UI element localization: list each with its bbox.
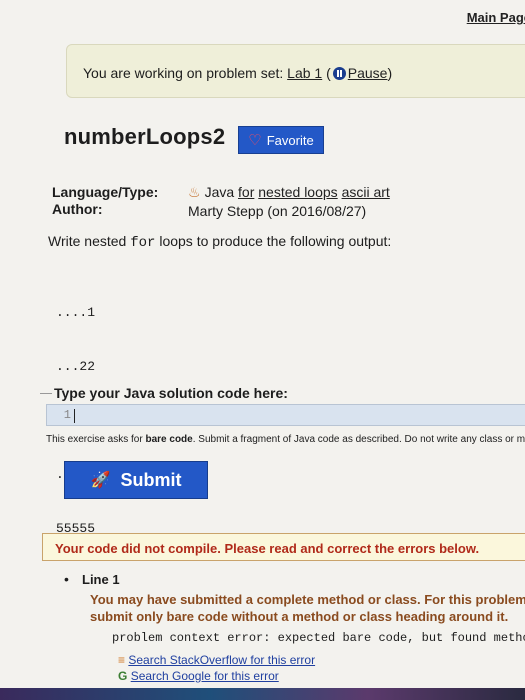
submit-label: Submit: [120, 469, 182, 490]
language-name: Java: [204, 184, 235, 200]
topic-ascii-art-link[interactable]: ascii art: [342, 184, 390, 200]
java-icon: ♨: [188, 184, 201, 200]
note-after: . Submit a fragment of Java code as desc…: [192, 434, 525, 445]
google-row: G Search Google for this error: [118, 668, 315, 684]
favorite-button[interactable]: ♡ Favorite: [238, 126, 324, 154]
submit-button[interactable]: 🚀 Submit: [64, 461, 208, 499]
language-label: Language/Type:: [52, 184, 159, 200]
output-line: ....1: [56, 305, 96, 320]
solution-legend: Type your Java solution code here:: [54, 385, 288, 401]
note-before: This exercise asks for: [46, 434, 146, 445]
instructions-before: Write nested: [48, 233, 131, 249]
line-number: 1: [63, 408, 71, 422]
stackoverflow-row: ≡ Search StackOverflow for this error: [118, 652, 315, 668]
compile-error-banner: Your code did not compile. Please read a…: [42, 533, 525, 561]
lab-link[interactable]: Lab 1: [287, 65, 322, 81]
problem-set-banner: You are working on problem set: Lab 1 ( P…: [66, 44, 525, 98]
problem-instructions: Write nested for loops to produce the fo…: [48, 233, 391, 251]
heart-icon: ♡: [248, 132, 262, 149]
note-bold: bare code: [145, 434, 193, 445]
google-link[interactable]: Search Google for this error: [131, 669, 279, 683]
author-value: Marty Stepp (on 2016/08/27): [188, 203, 367, 219]
paren-open: (: [322, 65, 331, 81]
instructions-after: loops to produce the following output:: [155, 233, 392, 249]
text-caret: [74, 409, 75, 423]
output-line: ...22: [56, 359, 96, 374]
fieldset-border: [40, 393, 52, 394]
favorite-label: Favorite: [266, 132, 314, 148]
stackoverflow-icon: ≡: [118, 653, 126, 667]
error-message: You may have submitted a complete method…: [90, 592, 525, 624]
paren-close: ): [387, 65, 393, 81]
author-label: Author:: [52, 201, 103, 217]
code-editor[interactable]: 1: [46, 404, 525, 426]
bare-code-note: This exercise asks for bare code. Submit…: [46, 434, 525, 445]
pause-icon[interactable]: [332, 67, 346, 80]
instructions-code: for: [130, 235, 156, 251]
google-icon: G: [118, 669, 128, 683]
main-page-link[interactable]: Main Page: [467, 10, 525, 25]
error-context: problem context error: expected bare cod…: [112, 631, 525, 645]
error-links: ≡ Search StackOverflow for this error G …: [118, 652, 315, 684]
topic-nested-loops-link[interactable]: nested loops: [258, 184, 337, 200]
stackoverflow-link[interactable]: Search StackOverflow for this error: [128, 653, 315, 667]
rocket-icon: 🚀: [90, 472, 111, 489]
topic-for-link[interactable]: for: [238, 184, 254, 200]
error-line-label: Line 1: [82, 572, 120, 587]
language-value: ♨ Java for nested loops ascii art: [188, 184, 390, 201]
problem-title: numberLoops2: [64, 124, 226, 149]
bullet: •: [64, 571, 69, 587]
pause-link[interactable]: Pause: [348, 65, 388, 81]
problem-set-prefix: You are working on problem set:: [83, 65, 288, 81]
taskbar-strip: [0, 688, 525, 700]
